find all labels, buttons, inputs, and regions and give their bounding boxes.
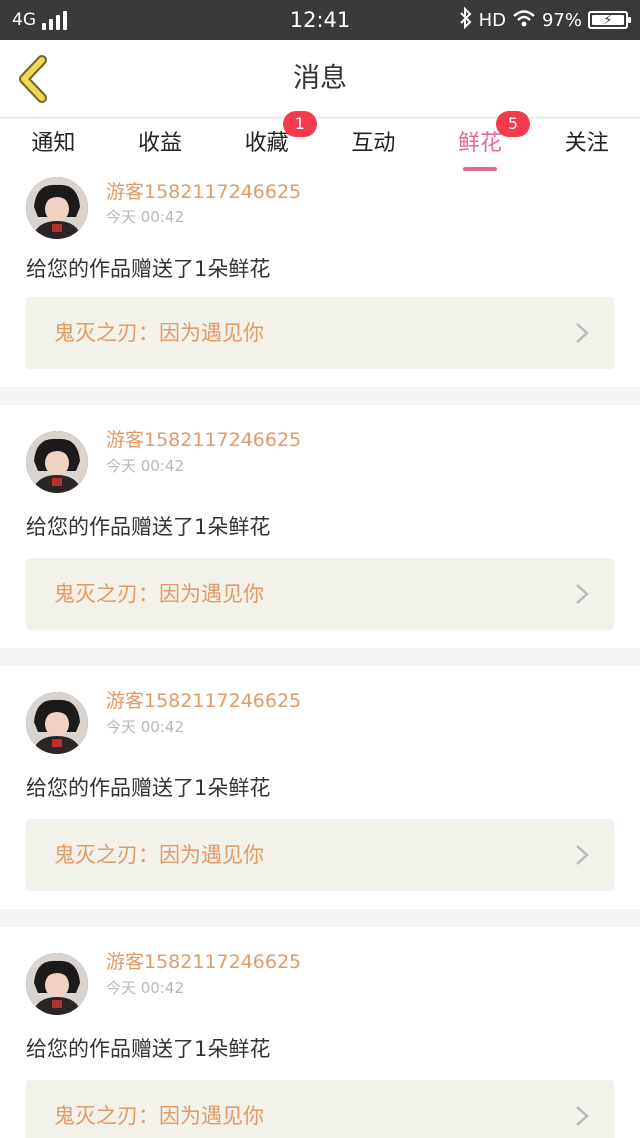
battery-percent: 97%	[541, 9, 582, 31]
avatar[interactable]	[26, 177, 88, 239]
unread-badge: 5	[496, 111, 531, 137]
signal-icon	[42, 10, 67, 30]
tab-notifications[interactable]: 通知	[0, 119, 107, 171]
work-title: 鬼灭之刃：因为遇见你	[54, 843, 264, 867]
unread-badge: 1	[282, 111, 317, 137]
chevron-right-icon	[576, 1106, 589, 1126]
tab-bar: 通知 收益 收藏 1 互动 鲜花 5 关注	[0, 111, 640, 171]
tab-label: 鲜花	[458, 131, 503, 156]
message-time: 今天 00:42	[106, 979, 184, 997]
message-text: 给您的作品赠送了1朵鲜花	[26, 1037, 271, 1061]
wifi-icon	[512, 8, 536, 33]
tab-label: 互动	[351, 131, 396, 156]
work-title: 鬼灭之刃：因为遇见你	[54, 1104, 264, 1128]
work-link[interactable]: 鬼灭之刃：因为遇见你	[26, 297, 614, 369]
message-card: 游客1582117246625 今天 00:42 给您的作品赠送了1朵鲜花 鬼灭…	[0, 666, 640, 909]
message-time: 今天 00:42	[106, 208, 184, 226]
chevron-right-icon	[576, 584, 589, 604]
message-time: 今天 00:42	[106, 457, 184, 475]
message-card: 游客1582117246625 今天 00:42 给您的作品赠送了1朵鲜花 鬼灭…	[0, 927, 640, 1138]
tab-favorites[interactable]: 收藏 1	[213, 111, 320, 171]
status-right: HD 97% ⚡	[459, 6, 631, 34]
bluetooth-icon	[459, 6, 473, 34]
message-card: 游客1582117246625 今天 00:42 给您的作品赠送了1朵鲜花 鬼灭…	[0, 405, 640, 648]
avatar[interactable]	[26, 431, 88, 493]
tab-label: 关注	[564, 131, 609, 156]
tab-label: 通知	[31, 131, 76, 156]
avatar[interactable]	[26, 953, 88, 1015]
sender-name[interactable]: 游客1582117246625	[106, 177, 301, 204]
battery-icon: ⚡	[588, 11, 631, 29]
sender-name[interactable]: 游客1582117246625	[106, 947, 301, 974]
hd-label: HD	[478, 9, 506, 31]
chevron-right-icon	[576, 323, 589, 343]
message-time: 今天 00:42	[106, 718, 184, 736]
screen: 4G 12:41 HD 97% ⚡ 消息 通知 收益 收藏 1 互动 鲜花 5 …	[0, 0, 640, 1138]
message-text: 给您的作品赠送了1朵鲜花	[26, 776, 271, 800]
avatar[interactable]	[26, 692, 88, 754]
message-text: 给您的作品赠送了1朵鲜花	[26, 257, 271, 281]
status-bar: 4G 12:41 HD 97% ⚡	[0, 0, 640, 40]
message-card: 游客1582117246625 今天 00:42 给您的作品赠送了1朵鲜花 鬼灭…	[0, 171, 640, 387]
work-link[interactable]: 鬼灭之刃：因为遇见你	[26, 819, 614, 891]
tab-follows[interactable]: 关注	[533, 119, 640, 171]
status-left: 4G	[12, 10, 67, 30]
tab-label: 收益	[138, 131, 183, 156]
header: 消息	[0, 40, 640, 118]
network-type: 4G	[12, 10, 36, 30]
work-title: 鬼灭之刃：因为遇见你	[54, 582, 264, 606]
message-list[interactable]: 游客1582117246625 今天 00:42 给您的作品赠送了1朵鲜花 鬼灭…	[0, 171, 640, 1138]
tab-interactions[interactable]: 互动	[320, 119, 427, 171]
sender-name[interactable]: 游客1582117246625	[106, 425, 301, 452]
sender-name[interactable]: 游客1582117246625	[106, 686, 301, 713]
work-link[interactable]: 鬼灭之刃：因为遇见你	[26, 1080, 614, 1138]
tab-flowers[interactable]: 鲜花 5	[427, 111, 534, 171]
message-text: 给您的作品赠送了1朵鲜花	[26, 515, 271, 539]
work-link[interactable]: 鬼灭之刃：因为遇见你	[26, 558, 614, 630]
tab-earnings[interactable]: 收益	[107, 119, 214, 171]
page-title: 消息	[293, 63, 347, 94]
tab-label: 收藏	[244, 131, 289, 156]
chevron-right-icon	[576, 845, 589, 865]
work-title: 鬼灭之刃：因为遇见你	[54, 321, 264, 345]
